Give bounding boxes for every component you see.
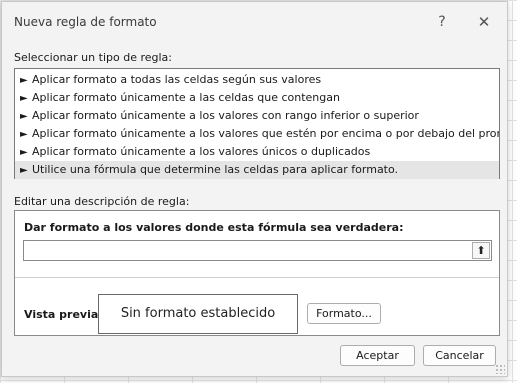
collapse-dialog-button[interactable]: ⬆ — [472, 242, 490, 259]
rule-arrow-icon: ► — [20, 93, 28, 104]
preview-label: Vista previa: — [24, 308, 103, 321]
rule-type-item-label: Aplicar formato únicamente a las celdas … — [32, 91, 340, 104]
new-formatting-rule-dialog: Nueva regla de formato ? ✕ Seleccionar u… — [1, 1, 508, 377]
close-icon[interactable]: ✕ — [475, 13, 493, 31]
rule-type-item[interactable]: ► Aplicar formato únicamente a los valore… — [15, 143, 499, 161]
divider — [15, 277, 499, 278]
rule-type-item-label: Aplicar formato únicamente a los valores… — [32, 145, 371, 158]
help-icon[interactable]: ? — [433, 13, 451, 31]
formula-input[interactable]: ⬆ — [23, 240, 492, 261]
rule-arrow-icon: ► — [20, 111, 28, 122]
formula-label: Dar formato a los valores donde esta fór… — [24, 221, 404, 234]
cancel-button[interactable]: Cancelar — [423, 345, 496, 366]
rule-arrow-icon: ► — [20, 147, 28, 158]
rule-type-item-label: Aplicar formato a todas las celdas según… — [32, 73, 322, 86]
rule-type-item[interactable]: ► Aplicar formato únicamente a las celdas… — [15, 89, 499, 107]
format-preview: Sin formato establecido — [98, 294, 298, 334]
collapse-arrow-icon: ⬆ — [476, 244, 486, 257]
accept-button[interactable]: Aceptar — [340, 345, 415, 366]
resize-grip[interactable] — [495, 364, 505, 374]
format-button[interactable]: Formato... — [307, 303, 381, 324]
rule-type-item[interactable]: ► Aplicar formato únicamente a los valore… — [15, 107, 499, 125]
rule-type-item-label: Aplicar formato únicamente a los valores… — [32, 109, 419, 122]
rule-arrow-icon: ► — [20, 165, 28, 176]
title-bar[interactable]: Nueva regla de formato ? ✕ — [2, 2, 507, 42]
rule-description-label: Editar una descripción de regla: — [14, 195, 190, 208]
rule-type-item[interactable]: ► Utilice una fórmula que determine las c… — [15, 161, 499, 179]
rule-arrow-icon: ► — [20, 75, 28, 86]
rule-type-item[interactable]: ► Aplicar formato únicamente a los valore… — [15, 125, 499, 143]
dialog-title: Nueva regla de formato — [14, 15, 157, 29]
rule-type-list[interactable]: ► Aplicar formato a todas las celdas segú… — [14, 68, 500, 179]
rule-type-label: Seleccionar un tipo de regla: — [14, 51, 172, 64]
rule-type-item[interactable]: ► Aplicar formato a todas las celdas segú… — [15, 71, 499, 89]
rule-type-item-label: Utilice una fórmula que determine las ce… — [32, 163, 399, 176]
rule-description-panel: Dar formato a los valores donde esta fór… — [14, 210, 500, 336]
rule-type-item-label: Aplicar formato únicamente a los valores… — [32, 127, 499, 140]
rule-arrow-icon: ► — [20, 129, 28, 140]
